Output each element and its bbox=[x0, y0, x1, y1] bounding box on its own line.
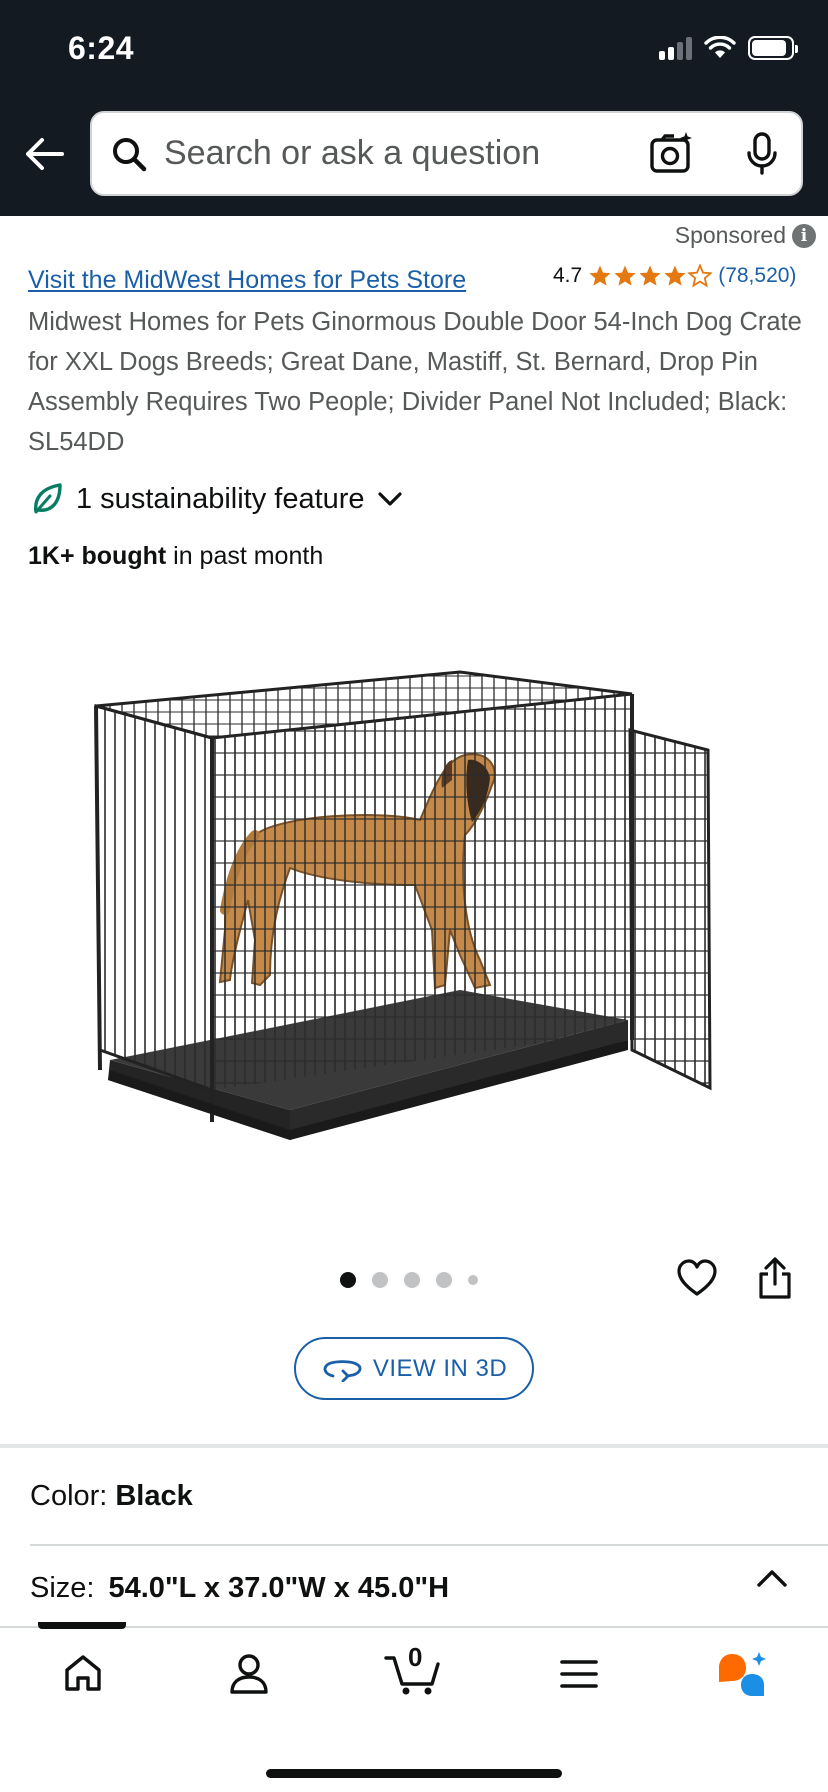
search-icon bbox=[113, 138, 147, 172]
cellular-signal-icon bbox=[659, 36, 692, 60]
account-icon[interactable] bbox=[228, 1652, 270, 1696]
active-tab-indicator bbox=[38, 1622, 126, 1629]
wifi-icon bbox=[704, 36, 736, 58]
color-selector[interactable]: Color: Black bbox=[30, 1480, 193, 1513]
back-arrow-icon[interactable] bbox=[22, 132, 66, 176]
star-rating-icon bbox=[588, 264, 712, 288]
search-bar[interactable] bbox=[90, 111, 803, 196]
sponsored-label[interactable]: Sponsored i bbox=[675, 222, 816, 249]
home-icon[interactable] bbox=[62, 1652, 104, 1694]
product-image[interactable] bbox=[80, 610, 740, 1200]
bottom-navigation: 0 bbox=[0, 1622, 828, 1792]
row-divider bbox=[30, 1544, 828, 1546]
camera-search-icon[interactable] bbox=[648, 131, 694, 177]
home-indicator-bar bbox=[266, 1769, 562, 1778]
carousel-dot[interactable] bbox=[372, 1272, 388, 1288]
color-value: Black bbox=[115, 1480, 193, 1512]
battery-icon bbox=[748, 36, 798, 60]
rating-value: 4.7 bbox=[553, 264, 583, 287]
store-link[interactable]: Visit the MidWest Homes for Pets Store bbox=[28, 266, 466, 295]
color-label: Color: bbox=[30, 1480, 108, 1512]
cart-button[interactable]: 0 bbox=[384, 1642, 442, 1696]
leaf-icon bbox=[34, 483, 62, 514]
sustainability-label: 1 sustainability feature bbox=[76, 482, 365, 515]
size-label: Size: bbox=[30, 1572, 95, 1604]
carousel-dot[interactable] bbox=[468, 1275, 478, 1285]
info-icon: i bbox=[792, 223, 816, 248]
chevron-up-icon[interactable] bbox=[755, 1566, 789, 1592]
carousel-dot[interactable] bbox=[404, 1272, 420, 1288]
status-icons bbox=[659, 36, 798, 60]
image-carousel-dots[interactable] bbox=[340, 1272, 478, 1288]
share-icon[interactable] bbox=[756, 1256, 794, 1300]
rating-summary[interactable]: 4.7 (78,520) bbox=[553, 264, 796, 288]
search-input[interactable] bbox=[164, 113, 634, 194]
sustainability-dropdown[interactable]: 1 sustainability feature bbox=[30, 482, 403, 516]
purchase-count: 1K+ bought in past month bbox=[28, 542, 324, 570]
carousel-dot[interactable] bbox=[436, 1272, 452, 1288]
section-divider bbox=[0, 1444, 828, 1448]
product-title: Midwest Homes for Pets Ginormous Double … bbox=[28, 308, 802, 456]
size-value: 54.0"L x 37.0"W x 45.0"H bbox=[108, 1572, 450, 1604]
top-header: 6:24 bbox=[0, 0, 828, 216]
size-selector[interactable]: Size: 54.0"L x 37.0"W x 45.0"H bbox=[30, 1572, 449, 1605]
rotate-3d-icon bbox=[323, 1359, 362, 1382]
cart-count: 0 bbox=[408, 1642, 423, 1672]
microphone-icon[interactable] bbox=[742, 131, 782, 177]
heart-icon[interactable] bbox=[676, 1258, 718, 1298]
view-in-3d-button[interactable]: VIEW IN 3D bbox=[294, 1337, 534, 1400]
rufus-assistant-icon[interactable] bbox=[716, 1650, 768, 1698]
chevron-down-icon bbox=[377, 492, 402, 506]
rating-count: (78,520) bbox=[718, 264, 797, 287]
view-in-3d-label: VIEW IN 3D bbox=[372, 1354, 508, 1382]
carousel-dot[interactable] bbox=[340, 1272, 356, 1288]
status-time: 6:24 bbox=[68, 30, 135, 66]
menu-icon[interactable] bbox=[560, 1658, 598, 1690]
